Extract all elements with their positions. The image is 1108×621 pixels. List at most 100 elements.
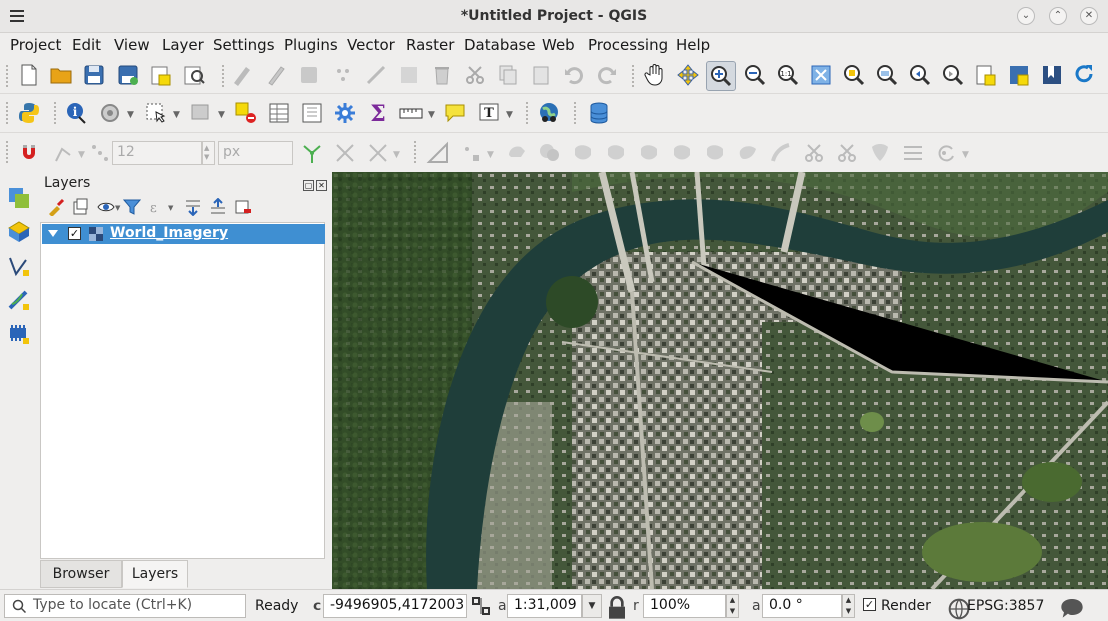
open-attribute-table-icon[interactable] xyxy=(267,101,291,125)
chevron-down-icon[interactable]: ▼ xyxy=(168,204,173,212)
tab-layers[interactable]: Layers xyxy=(122,560,188,588)
statistical-summary-icon[interactable]: Σ xyxy=(366,101,390,125)
layer-visibility-checkbox[interactable]: ✓ xyxy=(68,227,81,240)
menu-raster[interactable]: Raster xyxy=(406,36,454,54)
layout-manager-icon[interactable] xyxy=(182,63,206,87)
chevron-down-icon[interactable]: ▼ xyxy=(173,110,180,120)
topological-editing-icon[interactable] xyxy=(300,141,324,165)
menu-vector[interactable]: Vector xyxy=(347,36,395,54)
crs-label[interactable]: EPSG:3857 xyxy=(967,598,1044,614)
zoom-next-icon[interactable] xyxy=(941,63,965,87)
expand-arrow-icon[interactable] xyxy=(48,230,58,237)
new-print-layout-icon[interactable] xyxy=(149,63,173,87)
messages-icon[interactable] xyxy=(1060,597,1083,618)
manage-map-themes-icon[interactable] xyxy=(97,198,115,216)
new-3d-map-view-icon[interactable] xyxy=(1007,63,1031,87)
chevron-down-icon[interactable]: ▼ xyxy=(115,204,120,212)
zoom-in-icon[interactable] xyxy=(706,61,736,91)
close-panel-icon[interactable]: ✕ xyxy=(316,180,327,191)
zoom-native-resolution-icon[interactable]: 1:1 xyxy=(776,63,800,87)
new-project-icon[interactable] xyxy=(17,63,41,87)
filter-legend-icon[interactable] xyxy=(122,198,142,216)
toolbar-grip[interactable] xyxy=(632,65,635,87)
rotation-spinner[interactable]: ▲ ▼ xyxy=(842,594,855,618)
save-as-icon[interactable] xyxy=(116,63,140,87)
save-project-icon[interactable] xyxy=(82,63,106,87)
maximize-button[interactable]: ⌃ xyxy=(1049,7,1067,25)
measure-line-icon[interactable] xyxy=(399,101,423,125)
crs-globe-icon[interactable] xyxy=(947,597,970,620)
refresh-icon[interactable] xyxy=(1072,63,1096,87)
scale-input[interactable]: 1:31,009 xyxy=(507,594,582,618)
quickmapservices-icon[interactable] xyxy=(537,101,561,125)
select-features-icon[interactable] xyxy=(144,101,168,125)
scale-dropdown[interactable]: ▼ xyxy=(582,594,602,618)
map-canvas[interactable] xyxy=(332,172,1108,589)
style-manager-icon[interactable] xyxy=(47,198,65,217)
open-project-icon[interactable] xyxy=(49,63,73,87)
toggle-extents-icon[interactable] xyxy=(469,594,490,616)
data-source-manager-icon[interactable] xyxy=(7,186,31,210)
add-line-layer-icon[interactable] xyxy=(7,254,31,278)
lock-scale-icon[interactable] xyxy=(605,596,625,619)
tab-browser[interactable]: Browser xyxy=(40,560,122,588)
chevron-down-icon[interactable]: ▼ xyxy=(127,110,134,120)
collapse-all-icon[interactable] xyxy=(209,197,227,216)
locator-search-input[interactable]: Type to locate (Ctrl+K) xyxy=(4,594,246,618)
zoom-to-selection-icon[interactable] xyxy=(842,63,866,87)
toolbar-grip[interactable] xyxy=(222,65,225,87)
add-vector-layer-icon[interactable] xyxy=(7,220,31,244)
toolbar-grip[interactable] xyxy=(6,102,9,124)
deselect-features-icon[interactable] xyxy=(234,101,258,125)
zoom-full-icon[interactable] xyxy=(809,63,833,87)
render-checkbox[interactable]: ✓ xyxy=(863,598,876,611)
zoom-out-icon[interactable] xyxy=(743,63,767,87)
menu-plugins[interactable]: Plugins xyxy=(284,36,338,54)
map-tips-icon[interactable] xyxy=(443,101,467,125)
magnifier-input[interactable]: 100% xyxy=(643,594,726,618)
filter-by-expression-icon[interactable]: ε xyxy=(148,198,166,216)
menu-web[interactable]: Web xyxy=(542,36,575,54)
text-annotation-icon[interactable]: T xyxy=(477,101,501,125)
field-calculator-icon[interactable] xyxy=(300,101,324,125)
toolbar-grip[interactable] xyxy=(526,102,529,124)
chevron-down-icon[interactable]: ▼ xyxy=(428,110,435,120)
coordinate-field[interactable]: -9496905,4172003 xyxy=(323,594,467,618)
toolbar-grip[interactable] xyxy=(6,141,9,163)
close-button[interactable]: ✕ xyxy=(1080,7,1098,25)
db-manager-icon[interactable] xyxy=(587,101,611,125)
new-bookmark-icon[interactable] xyxy=(1040,63,1064,87)
layer-item-world-imagery[interactable]: ✓ World_Imagery xyxy=(42,224,325,244)
menu-view[interactable]: View xyxy=(114,36,150,54)
chevron-down-icon[interactable]: ▼ xyxy=(218,110,225,120)
add-virtual-layer-icon[interactable] xyxy=(7,322,31,346)
menu-help[interactable]: Help xyxy=(676,36,710,54)
advanced-digitizing-icon[interactable] xyxy=(426,141,450,165)
add-group-icon[interactable] xyxy=(72,198,90,216)
toolbar-grip[interactable] xyxy=(54,102,57,124)
rotation-input[interactable]: 0.0 ° xyxy=(762,594,842,618)
select-by-value-icon[interactable] xyxy=(189,101,213,125)
zoom-last-icon[interactable] xyxy=(908,63,932,87)
menu-layer[interactable]: Layer xyxy=(162,36,204,54)
remove-layer-icon[interactable] xyxy=(234,198,252,216)
zoom-to-layer-icon[interactable] xyxy=(875,63,899,87)
run-feature-action-icon[interactable] xyxy=(98,101,122,125)
magnifier-spinner[interactable]: ▲ ▼ xyxy=(726,594,739,618)
python-console-icon[interactable] xyxy=(17,101,41,125)
identify-features-icon[interactable]: i xyxy=(64,101,88,125)
menu-processing[interactable]: Processing xyxy=(588,36,668,54)
menu-database[interactable]: Database xyxy=(464,36,536,54)
float-panel-icon[interactable]: ▢ xyxy=(303,180,314,191)
expand-all-icon[interactable] xyxy=(184,198,202,217)
minimize-button[interactable]: ⌄ xyxy=(1017,7,1035,25)
snapping-magnet-icon[interactable] xyxy=(17,141,41,165)
pan-map-icon[interactable] xyxy=(643,63,667,87)
menu-project[interactable]: Project xyxy=(10,36,61,54)
new-temporary-layer-icon[interactable] xyxy=(7,288,31,312)
toolbar-grip[interactable] xyxy=(6,65,9,87)
menu-settings[interactable]: Settings xyxy=(213,36,275,54)
toolbar-grip[interactable] xyxy=(574,102,577,124)
menu-edit[interactable]: Edit xyxy=(72,36,101,54)
pan-to-selection-icon[interactable] xyxy=(676,63,700,87)
